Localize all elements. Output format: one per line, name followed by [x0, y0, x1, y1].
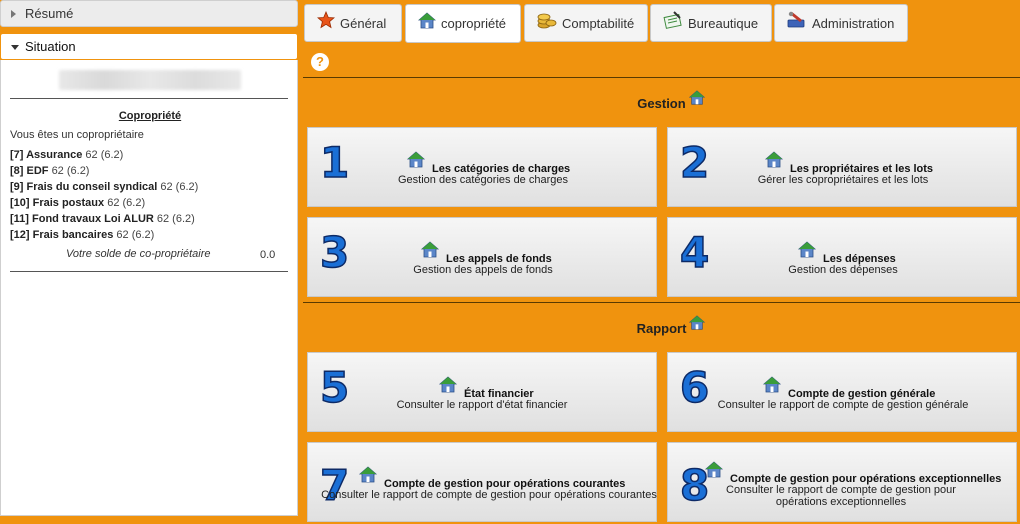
- tile-depenses[interactable]: 4 Les dépenses Gestion des dépenses: [667, 217, 1017, 297]
- accordion-situation[interactable]: Situation: [0, 33, 298, 60]
- tab-general-label: Général: [340, 15, 387, 31]
- account-row: [12] Frais bancaires 62 (6.2): [10, 229, 155, 241]
- chevron-right-icon: [11, 10, 16, 18]
- divider: [10, 98, 288, 99]
- account-row: [7] Assurance 62 (6.2): [10, 149, 124, 161]
- tile-description: Consulter le rapport de compte de gestio…: [717, 399, 969, 411]
- tab-comptabilite-label: Comptabilité: [562, 15, 635, 31]
- tile-description: Gestion des catégories de charges: [398, 174, 568, 186]
- tile-description: Consulter le rapport de compte de gestio…: [321, 489, 657, 501]
- accordion-resume[interactable]: Résumé: [0, 0, 298, 27]
- house-icon: [704, 461, 724, 479]
- tile-compte-gestion-generale[interactable]: 6 Compte de gestion générale Consulter l…: [667, 352, 1017, 432]
- tile-number: 1: [319, 138, 350, 187]
- tile-description: Consulter le rapport d'état financier: [396, 399, 568, 411]
- tab-bureautique-label: Bureautique: [688, 15, 759, 31]
- tab-copropriete[interactable]: copropriété: [405, 4, 521, 43]
- chevron-down-icon: [11, 45, 19, 50]
- intro-text: Vous êtes un copropriétaire: [10, 129, 144, 141]
- section-gestion: Gestion: [303, 77, 1020, 122]
- tile-number: 3: [319, 228, 350, 277]
- tile-number: 2: [679, 138, 710, 187]
- tab-general[interactable]: Général: [304, 4, 402, 42]
- balance-value: 0.0: [260, 249, 276, 261]
- help-icon[interactable]: ?: [311, 53, 329, 71]
- account-row: [9] Frais du conseil syndical 62 (6.2): [10, 181, 199, 193]
- house-icon: [764, 151, 784, 169]
- tab-copropriete-label: copropriété: [441, 16, 507, 31]
- tile-number: 4: [679, 228, 710, 277]
- section-title: Copropriété: [118, 110, 182, 122]
- section-rapport-label: Rapport: [636, 321, 687, 336]
- house-icon: [762, 376, 782, 394]
- account-row: [11] Fond travaux Loi ALUR 62 (6.2): [10, 213, 195, 225]
- sidebar: Résumé Situation Copropriété Vous êtes u…: [0, 0, 300, 524]
- tile-proprietaires-lots[interactable]: 2 Les propriétaires et les lots Gérer le…: [667, 127, 1017, 207]
- tile-operations-exceptionnelles[interactable]: 8 Compte de gestion pour opérations exce…: [667, 442, 1017, 522]
- section-rapport: Rapport: [303, 302, 1020, 347]
- section-gestion-label: Gestion: [637, 96, 686, 111]
- accordion-resume-label: Résumé: [25, 6, 74, 21]
- house-icon: [438, 376, 458, 394]
- tab-administration-label: Administration: [812, 15, 895, 31]
- tile-number: 5: [319, 363, 350, 412]
- tab-administration[interactable]: Administration: [774, 4, 908, 42]
- balance-label: Votre solde de co-propriétaire: [66, 248, 211, 260]
- house-icon: [418, 11, 436, 30]
- account-row: [10] Frais postaux 62 (6.2): [10, 197, 146, 209]
- house-icon: [358, 466, 378, 484]
- accordion-situation-label: Situation: [25, 39, 76, 54]
- tile-description: Gestion des dépenses: [788, 264, 898, 276]
- document-icon: [663, 11, 683, 29]
- tile-categories-charges[interactable]: 1 Les catégories de charges Gestion des …: [307, 127, 657, 207]
- house-icon: [797, 241, 817, 259]
- tile-description: Consulter le rapport de compte de gestio…: [726, 484, 956, 508]
- tile-appels-fonds[interactable]: 3 Les appels de fonds Gestion des appels…: [307, 217, 657, 297]
- coins-icon: [537, 10, 557, 30]
- blurred-owner-name: [59, 70, 241, 90]
- star-icon: [317, 11, 335, 29]
- tile-operations-courantes[interactable]: 7 Compte de gestion pour opérations cour…: [307, 442, 657, 522]
- account-row: [8] EDF 62 (6.2): [10, 165, 90, 177]
- situation-panel: Copropriété Vous êtes un copropriétaire …: [0, 60, 298, 516]
- tab-comptabilite[interactable]: Comptabilité: [524, 4, 648, 42]
- tile-number: 6: [679, 363, 710, 412]
- tile-description: Gérer les copropriétaires et les lots: [757, 174, 929, 186]
- tile-etat-financier[interactable]: 5 État financier Consulter le rapport d'…: [307, 352, 657, 432]
- tab-bureautique[interactable]: Bureautique: [650, 4, 772, 42]
- house-icon: [420, 241, 440, 259]
- admin-icon: [787, 11, 807, 29]
- divider: [10, 271, 288, 272]
- house-icon: [406, 151, 426, 169]
- tile-description: Gestion des appels de fonds: [413, 264, 553, 276]
